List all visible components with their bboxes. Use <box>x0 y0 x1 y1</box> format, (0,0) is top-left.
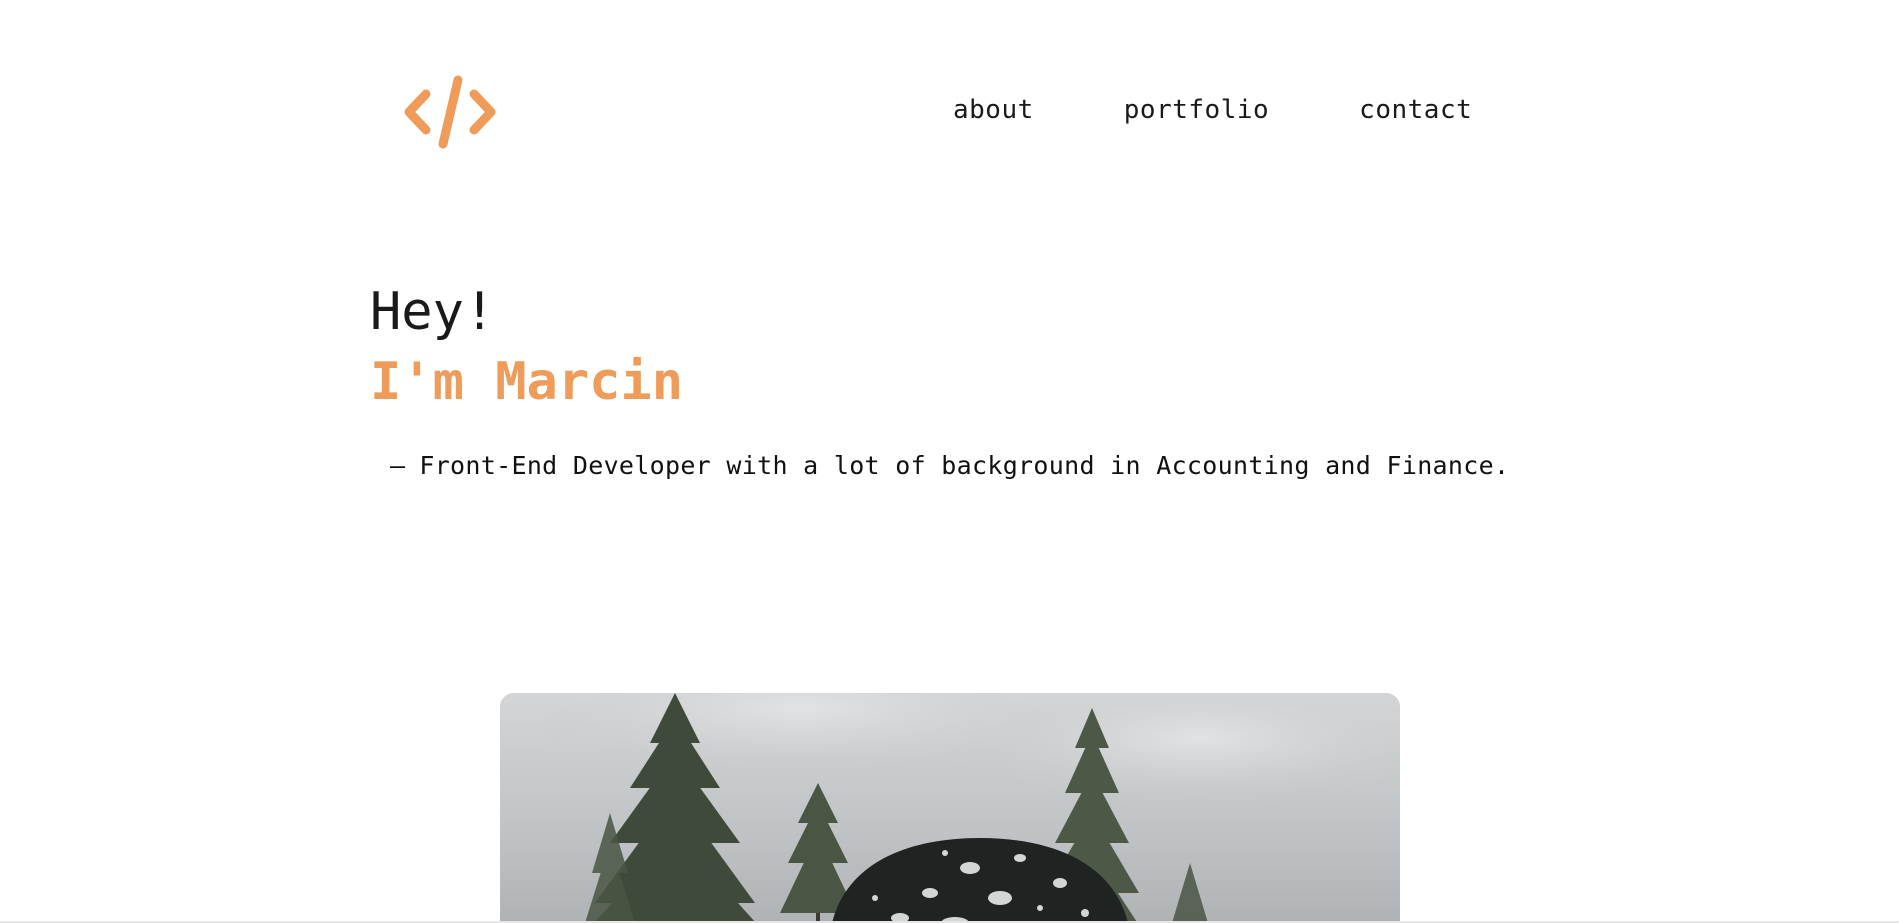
nav-link-portfolio[interactable]: portfolio <box>1124 95 1269 125</box>
logo-svg <box>404 75 496 149</box>
site-header: about portfolio contact <box>370 60 1500 160</box>
nav-link-contact[interactable]: contact <box>1359 95 1472 125</box>
nav-link-about[interactable]: about <box>953 95 1034 125</box>
page: about portfolio contact Hey! I'm Marcin … <box>0 0 1899 923</box>
code-brackets-icon[interactable] <box>400 72 500 152</box>
profile-photo <box>500 693 1400 923</box>
tagline: — Front-End Developer with a lot of backg… <box>390 451 1570 480</box>
tagline-text: Front-End Developer with a lot of backgr… <box>419 450 1510 480</box>
snowy-trees-photo <box>500 693 1400 923</box>
main-nav: about portfolio contact <box>953 95 1472 125</box>
hero-section: Hey! I'm Marcin — Front-End Developer wit… <box>370 280 1570 505</box>
greeting-heading: Hey! <box>370 282 496 342</box>
tagline-dash: — <box>390 450 406 480</box>
name-heading: I'm Marcin <box>370 352 684 412</box>
